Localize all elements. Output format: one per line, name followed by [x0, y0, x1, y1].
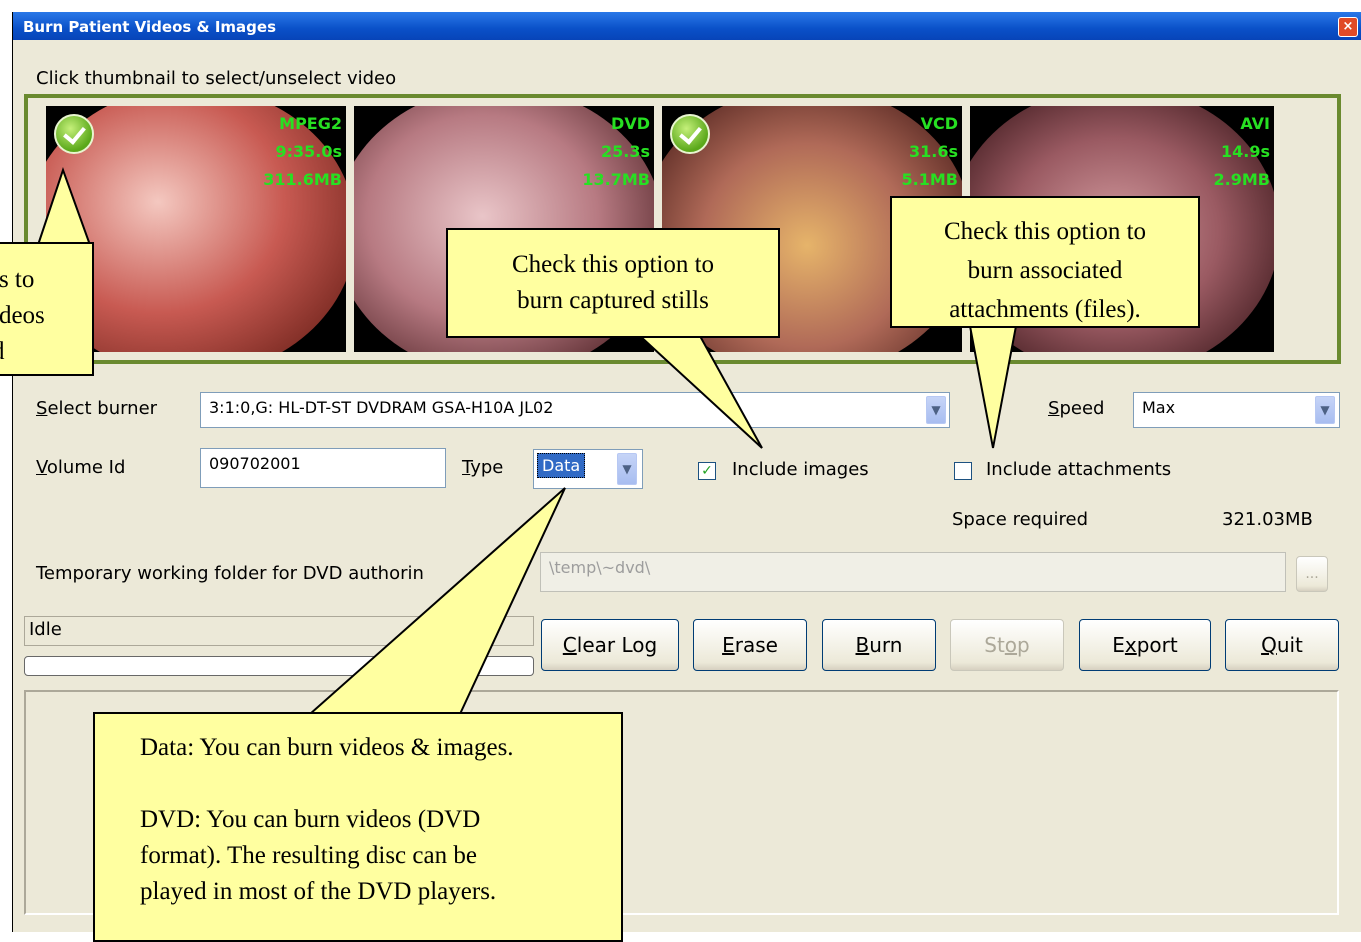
callout-line: DVD: You can burn videos (DVD	[140, 806, 481, 833]
callout-line: attachments (files).	[949, 296, 1141, 323]
callout-line: d	[0, 334, 92, 370]
data-type-callout: Data: You can burn videos & images. DVD:…	[93, 712, 623, 942]
callout-line: format). The resulting disc can be	[140, 842, 477, 869]
callout-line: Check this option to	[511, 251, 715, 278]
callout-line: played in most of the DVD players.	[140, 878, 497, 905]
left-callout-tail	[36, 166, 92, 246]
callout-line: ls to	[0, 266, 35, 293]
data-callout-tail	[307, 487, 566, 715]
callout-line: Check this option to	[943, 218, 1147, 245]
stills-callout-tail	[637, 335, 763, 449]
left-partial-callout: ls to ideos d	[0, 242, 94, 376]
attachments-callout: Check this option to burn associated att…	[890, 196, 1200, 328]
callout-spacer	[140, 766, 621, 802]
callout-line: ideos	[0, 302, 45, 329]
callout-line: burn associated	[967, 257, 1123, 284]
callout-line: burn captured stills	[517, 287, 709, 314]
stills-callout: Check this option to burn captured still…	[446, 228, 780, 338]
callout-line: Data: You can burn videos & images.	[140, 734, 514, 761]
attachments-callout-tail	[968, 325, 1018, 449]
